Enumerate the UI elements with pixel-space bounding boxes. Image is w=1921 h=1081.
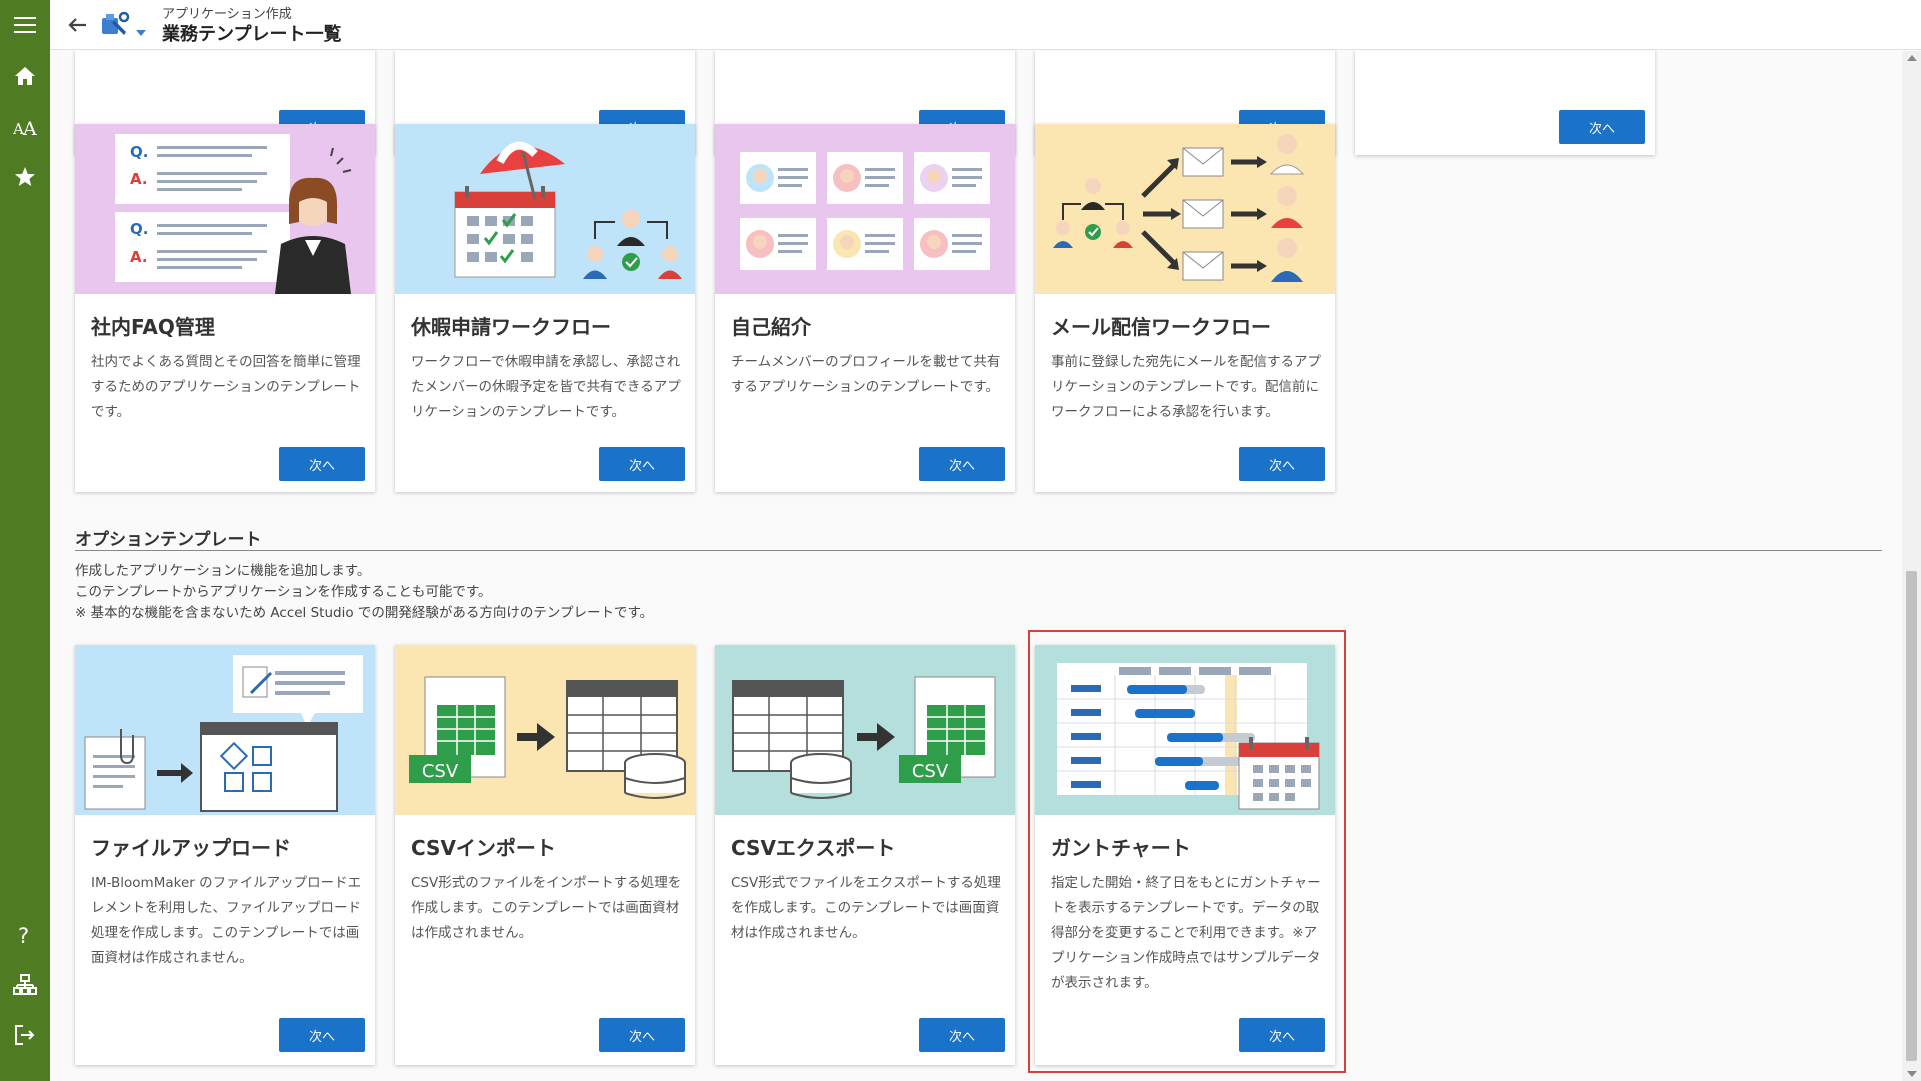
card-title: 休暇申請ワークフロー [411, 315, 611, 339]
help-icon[interactable]: ? [0, 914, 50, 956]
section-description: 作成したアプリケーションに機能を追加します。 このテンプレートからアプリケーショ… [75, 561, 653, 624]
card-description: 社内でよくある質問とその回答を簡単に管理するためのアプリケーションのテンプレート… [91, 354, 361, 420]
next-button[interactable]: 次へ [919, 1018, 1005, 1052]
card-title: CSVエクスポート [731, 836, 896, 860]
card-title: 社内FAQ管理 [91, 315, 215, 339]
next-button[interactable]: 次へ [279, 447, 365, 481]
template-card-mail: メール配信ワークフロー 事前に登録した宛先にメールを配信するアプリケーションのテ… [1035, 124, 1335, 492]
template-card-self-intro: 自己紹介 チームメンバーのプロフィールを載せて共有するアプリケーションのテンプレ… [715, 124, 1015, 492]
next-button[interactable]: 次へ [1239, 447, 1325, 481]
sidebar: AA ? [0, 0, 50, 1081]
main-content: 次へ 次へ 次へ 次へ 次へ Q. A. Q. A. [50, 51, 1902, 1081]
next-button[interactable]: 次へ [279, 1018, 365, 1052]
logout-icon[interactable] [0, 1014, 50, 1056]
svg-text:Q.: Q. [130, 220, 148, 238]
card-title: CSVインポート [411, 836, 556, 860]
back-arrow-icon[interactable] [64, 12, 90, 38]
next-button[interactable]: 次へ [1559, 110, 1645, 144]
csv-export-illustration: CSV [715, 645, 1015, 815]
faq-illustration: Q. A. Q. A. [75, 124, 375, 294]
template-card-file-upload: ファイルアップロード IM-BloomMaker のファイルアップロードエレメン… [75, 645, 375, 1065]
vacation-illustration [395, 124, 695, 294]
template-card-csv-import: CSV CSVインポート CSV形式のファイルをインポートする処理を作成します。… [395, 645, 695, 1065]
card-description: 事前に登録した宛先にメールを配信するアプリケーションのテンプレートです。配信前に… [1051, 354, 1321, 420]
section-title: オプションテンプレート [75, 530, 262, 550]
csv-import-illustration: CSV [395, 645, 695, 815]
sitemap-icon[interactable] [0, 964, 50, 1006]
star-icon[interactable] [0, 156, 50, 198]
card-description: チームメンバーのプロフィールを載せて共有するアプリケーションのテンプレートです。 [731, 354, 1001, 395]
page-title: 業務テンプレート一覧 [162, 24, 342, 45]
caret-down-icon[interactable] [136, 21, 146, 40]
scroll-up-arrow-icon[interactable] [1907, 55, 1917, 61]
section-desc-line: このテンプレートからアプリケーションを作成することも可能です。 [75, 584, 492, 600]
vertical-scrollbar[interactable] [1902, 51, 1921, 1081]
scrollbar-thumb[interactable] [1906, 571, 1917, 1061]
svg-text:A.: A. [130, 170, 148, 188]
template-card-faq: Q. A. Q. A. 社内FAQ管理 社内でよくある質問とその回答を簡単に管理… [75, 124, 375, 492]
csv-badge-text: CSV [912, 761, 949, 782]
card-title: ファイルアップロード [91, 836, 291, 860]
template-card-csv-export: CSV CSVエクスポート CSV形式でファイルをエクスポートする処理を作成しま… [715, 645, 1015, 1065]
svg-text:Q.: Q. [130, 143, 148, 161]
menu-icon[interactable] [0, 4, 50, 46]
svg-text:A: A [22, 118, 37, 137]
file-upload-illustration [75, 645, 375, 815]
svg-text:?: ? [18, 924, 29, 946]
scroll-down-arrow-icon[interactable] [1907, 1071, 1917, 1077]
section-desc-line: ※ 基本的な機能を含まないため Accel Studio での開発経験がある方向… [75, 605, 654, 621]
mail-illustration [1035, 124, 1335, 294]
next-button[interactable]: 次へ [599, 447, 685, 481]
section-desc-line: 作成したアプリケーションに機能を追加します。 [75, 563, 371, 579]
csv-badge-text: CSV [422, 761, 459, 782]
template-card: 次へ [1355, 51, 1655, 155]
next-button[interactable]: 次へ [919, 447, 1005, 481]
card-description: IM-BloomMaker のファイルアップロードエレメントを利用した、ファイル… [91, 875, 362, 966]
profile-illustration [715, 124, 1015, 294]
card-description: CSV形式でファイルをエクスポートする処理を作成します。このテンプレートでは画面… [731, 875, 1001, 941]
selection-highlight [1028, 630, 1346, 1073]
header: アプリケーション作成 業務テンプレート一覧 [50, 0, 1921, 50]
template-card-vacation: 休暇申請ワークフロー ワークフローで休暇申請を承認し、承認されたメンバーの休暇予… [395, 124, 695, 492]
next-button[interactable]: 次へ [599, 1018, 685, 1052]
home-icon[interactable] [0, 55, 50, 97]
svg-text:A.: A. [130, 248, 148, 266]
card-description: ワークフローで休暇申請を承認し、承認されたメンバーの休暇予定を皆で共有できるアプ… [411, 354, 681, 420]
card-description: CSV形式のファイルをインポートする処理を作成します。このテンプレートでは画面資… [411, 875, 682, 941]
font-size-icon[interactable]: AA [0, 106, 50, 148]
card-title: メール配信ワークフロー [1051, 315, 1271, 339]
card-title: 自己紹介 [731, 315, 811, 339]
app-tools-icon[interactable] [100, 10, 130, 40]
section-divider [75, 550, 1882, 551]
